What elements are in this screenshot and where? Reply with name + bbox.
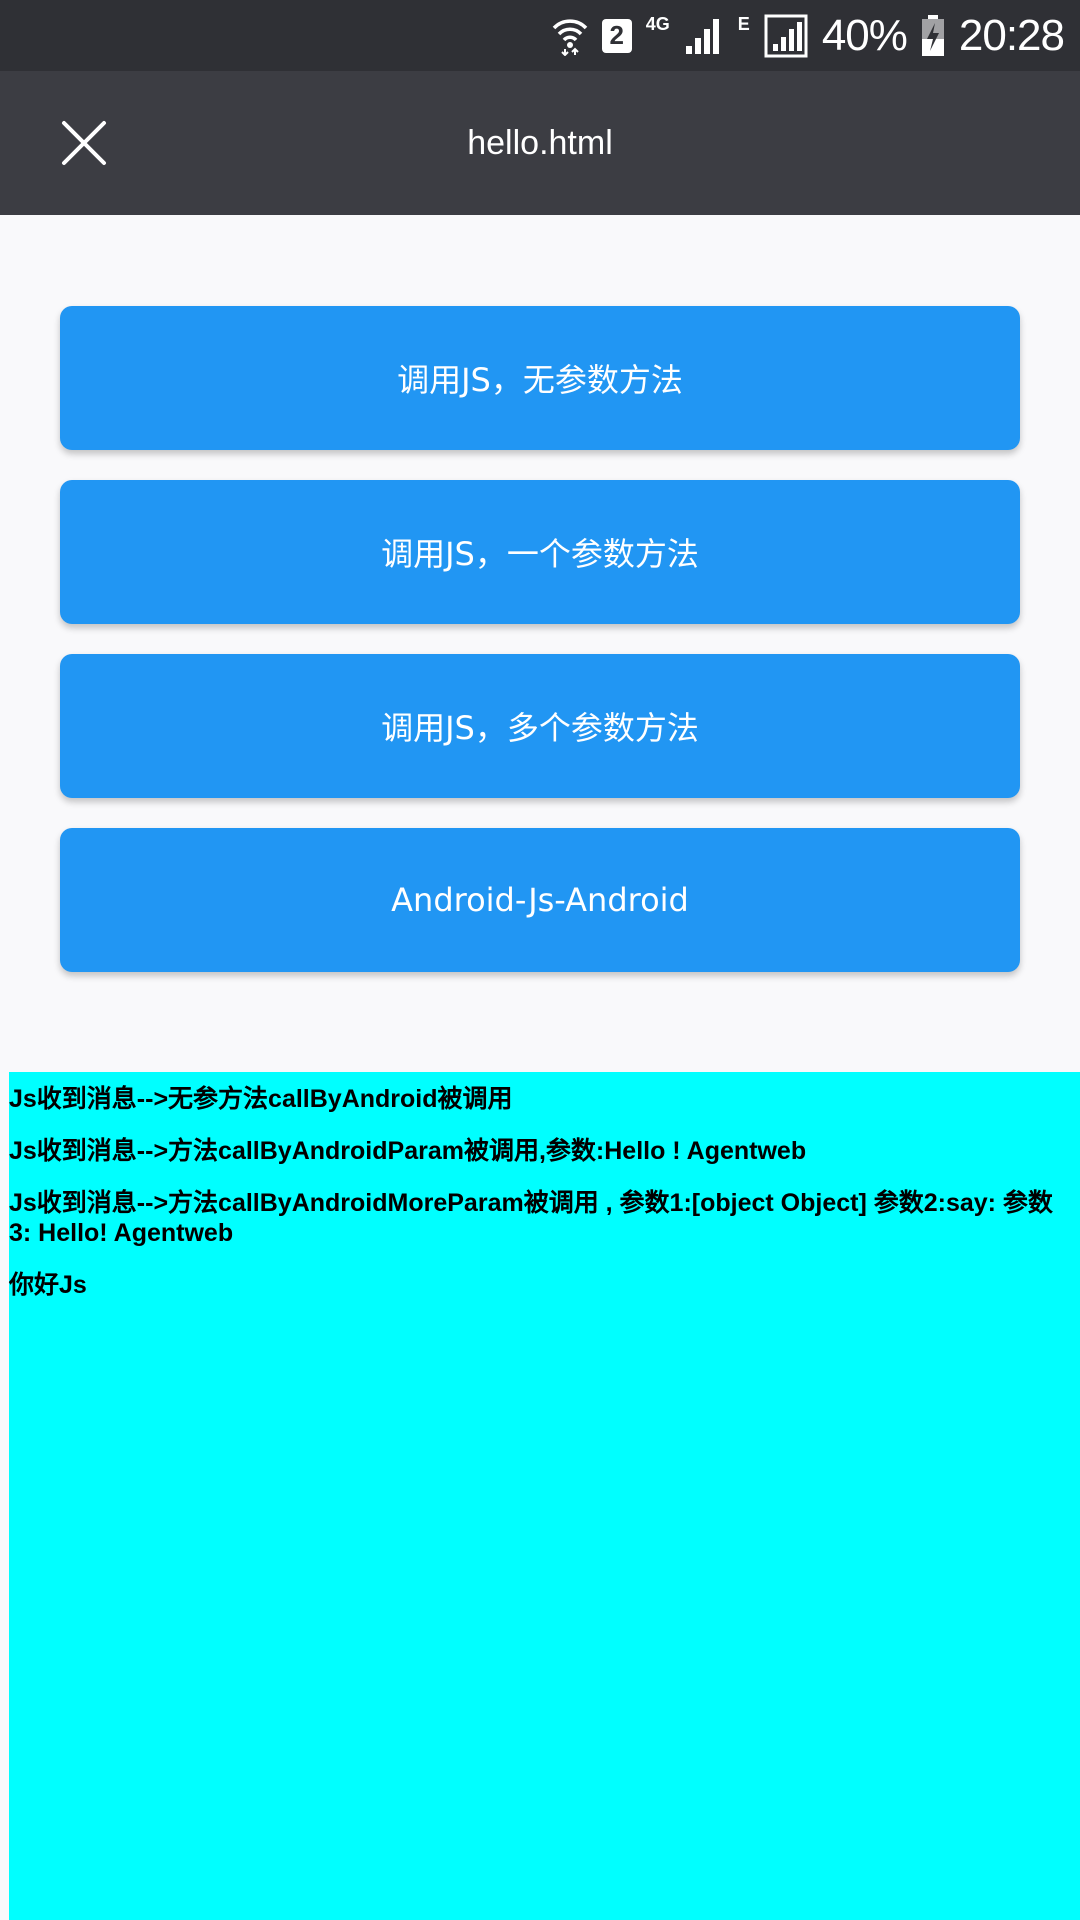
call-js-no-param-button[interactable]: 调用JS，无参数方法 [60, 306, 1020, 450]
log-line: Js收到消息-->无参方法callByAndroid被调用 [9, 1085, 513, 1113]
close-icon [62, 121, 106, 165]
status-bar: 2 4G E 40% 20:28 [0, 0, 1080, 71]
log-line: Js收到消息-->方法callByAndroidParam被调用,参数:Hell… [9, 1137, 807, 1165]
message-log: Js收到消息-->无参方法callByAndroid被调用 Js收到消息-->方… [9, 1072, 1080, 1920]
cellular-signal-icon [684, 16, 724, 56]
wifi-icon [552, 16, 588, 56]
close-button[interactable] [40, 103, 128, 183]
battery-charging-icon [921, 14, 945, 57]
clock: 20:28 [958, 10, 1065, 60]
android-js-android-button[interactable]: Android-Js-Android [60, 828, 1020, 972]
signal-box-icon [764, 14, 808, 58]
network-type-label-2: E [737, 14, 750, 34]
network-type-label: 4G [645, 14, 670, 34]
battery-percent: 40% [821, 10, 908, 60]
webview-content: 调用JS，无参数方法 调用JS，一个参数方法 调用JS，多个参数方法 Andro… [0, 215, 1080, 1920]
log-line: Js收到消息-->方法callByAndroidMoreParam被调用 , 参… [9, 1189, 1053, 1247]
log-line: 你好Js [9, 1271, 87, 1299]
toolbar: hello.html [0, 71, 1080, 215]
sim-slot-badge: 2 [601, 18, 632, 53]
page-title: hello.html [467, 123, 613, 162]
call-js-one-param-button[interactable]: 调用JS，一个参数方法 [60, 480, 1020, 624]
call-js-multi-param-button[interactable]: 调用JS，多个参数方法 [60, 654, 1020, 798]
